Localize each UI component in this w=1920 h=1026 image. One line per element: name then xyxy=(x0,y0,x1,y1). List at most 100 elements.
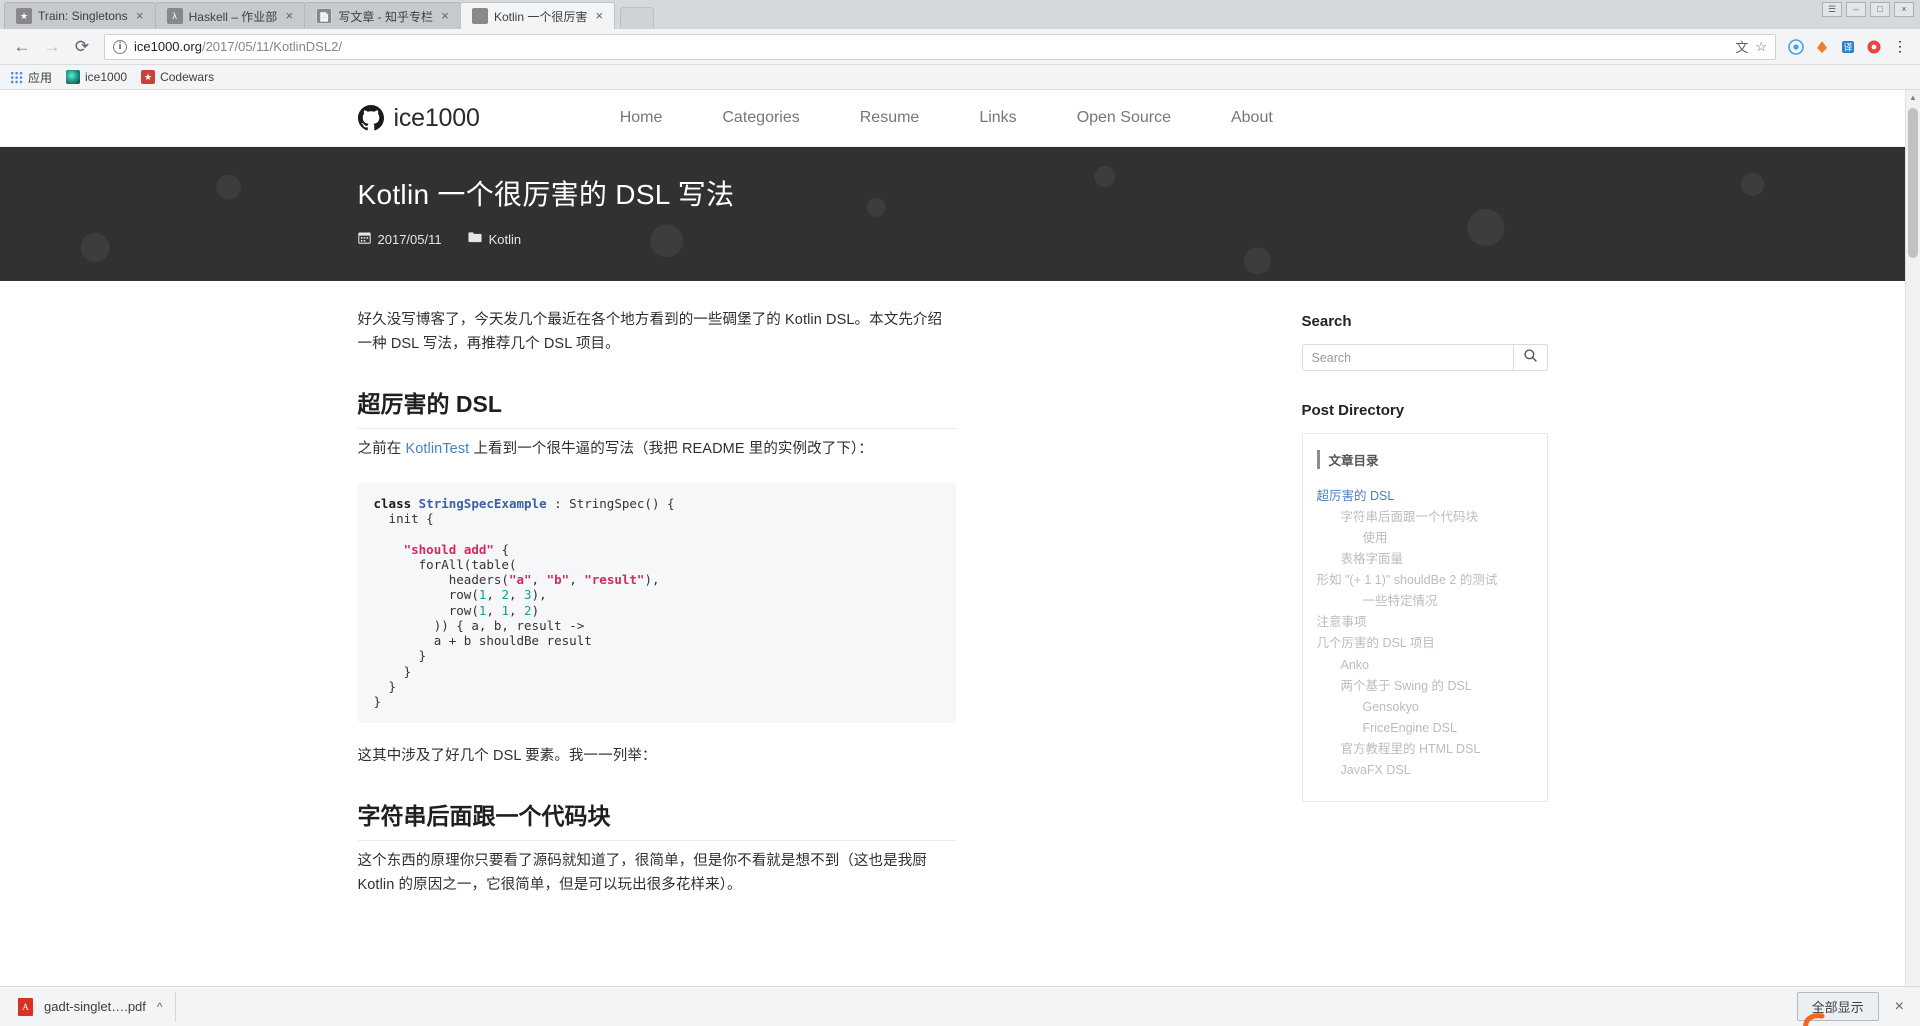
nav-item-links[interactable]: Links xyxy=(949,109,1046,127)
toc-item-label[interactable]: 超厉害的 DSL xyxy=(1317,489,1395,503)
code-token: init { xyxy=(373,511,434,527)
close-icon[interactable]: × xyxy=(439,9,451,22)
forward-icon[interactable]: → xyxy=(38,33,66,61)
toc-item-label[interactable]: JavaFX DSL xyxy=(1341,763,1411,777)
toc-item-label[interactable]: 表格字面量 xyxy=(1341,552,1404,566)
toc-item-label[interactable]: 几个厉害的 DSL 项目 xyxy=(1317,636,1435,650)
browser-tab-2[interactable]: 📄 写文章 - 知乎专栏 × xyxy=(304,2,461,29)
toc-item[interactable]: 注意事项 xyxy=(1317,612,1533,633)
search-input[interactable] xyxy=(1301,344,1514,371)
browser-menu-icon[interactable]: ⋮ xyxy=(1888,35,1912,59)
extension-icon-4[interactable] xyxy=(1862,35,1886,59)
bookmark-apps[interactable]: 应用 xyxy=(10,69,52,86)
page-scrollbar[interactable]: ▲ xyxy=(1905,90,1920,986)
toc-item-label[interactable]: Gensokyo xyxy=(1363,700,1419,714)
code-token: a + b shouldBe result xyxy=(373,633,592,649)
toc-item-label[interactable]: FriceEngine DSL xyxy=(1363,721,1458,735)
kotlintest-link[interactable]: KotlinTest xyxy=(405,441,469,457)
close-download-bar-icon[interactable]: × xyxy=(1895,998,1910,1016)
nav-item-about[interactable]: About xyxy=(1201,109,1303,127)
article-heading-2: 字符串后面跟一个代码块 xyxy=(357,797,956,842)
new-tab-button[interactable] xyxy=(620,7,655,29)
toc-item[interactable]: Gensokyo xyxy=(1363,696,1533,717)
toc-item-label[interactable]: 使用 xyxy=(1363,531,1388,545)
toc-item[interactable]: 使用 xyxy=(1363,527,1533,548)
address-bar[interactable]: i ice1000.org/2017/05/11/KotlinDSL2/ 文 ☆ xyxy=(104,33,1776,60)
tab-title: Train: Singletons xyxy=(38,9,128,23)
code-token: , xyxy=(508,602,525,618)
close-icon[interactable]: × xyxy=(283,9,295,22)
toc-item-label[interactable]: 两个基于 Swing 的 DSL xyxy=(1341,679,1472,693)
toc-box: 文章目录 超厉害的 DSL 字符串后面跟一个代码块 使用 表格字面量 形如 "(+ 1 … xyxy=(1301,433,1548,802)
content-columns: 好久没写博客了，今天发几个最近在各个地方看到的一些碉堡了的 Kotlin DSL… xyxy=(357,281,1548,898)
bookmark-codewars[interactable]: ★ Codewars xyxy=(141,70,214,84)
browser-tab-0[interactable]: ★ Train: Singletons × xyxy=(4,2,156,29)
bookmark-star-icon[interactable]: ☆ xyxy=(1755,39,1767,55)
pdf-icon: A xyxy=(18,997,33,1016)
extension-icon-3[interactable]: 译 xyxy=(1836,35,1860,59)
code-token: )) { a, b, result -> xyxy=(373,617,585,633)
bookmark-ice1000[interactable]: ice1000 xyxy=(66,70,127,84)
search-section-title: Search xyxy=(1301,313,1352,330)
search-button[interactable] xyxy=(1513,344,1548,371)
translate-icon[interactable]: 文 xyxy=(1735,37,1748,56)
page-title: Kotlin 一个很厉害的 DSL 写法 xyxy=(357,179,735,210)
close-icon[interactable]: × xyxy=(593,9,605,22)
tab-title: Kotlin 一个很厉害 xyxy=(493,9,588,24)
toc-item-label[interactable]: 形如 "(+ 1 1)" shouldBe 2 的测试 xyxy=(1317,573,1498,587)
apps-grid-icon xyxy=(10,70,23,84)
article-paragraph-link: 之前在 KotlinTest 上看到一个很牛逼的写法（我把 README 里的实… xyxy=(358,438,956,462)
code-token: , xyxy=(486,587,502,603)
url-text: ice1000.org/2017/05/11/KotlinDSL2/ xyxy=(134,39,1728,54)
reload-icon[interactable]: ⟳ xyxy=(68,33,96,61)
extension-icon-2[interactable] xyxy=(1810,35,1834,59)
window-close-icon[interactable]: × xyxy=(1894,2,1914,17)
site-brand[interactable]: ice1000 xyxy=(357,104,480,133)
scroll-up-icon[interactable]: ▲ xyxy=(1906,90,1920,105)
toc-item-label[interactable]: Anko xyxy=(1341,658,1370,672)
site-info-icon[interactable]: i xyxy=(113,39,127,54)
toc-item[interactable]: 一些特定情况 xyxy=(1363,591,1533,612)
nav-item-home[interactable]: Home xyxy=(590,109,693,127)
extension-icon-1[interactable] xyxy=(1784,35,1808,59)
close-icon[interactable]: × xyxy=(134,9,146,22)
toc-item[interactable]: 超厉害的 DSL xyxy=(1317,485,1533,506)
nav-item-categories[interactable]: Categories xyxy=(692,109,829,127)
download-bar: A gadt-singlet….pdf ^ 全部显示 × xyxy=(0,986,1920,1026)
tab-title: Haskell – 作业部 xyxy=(188,9,278,24)
download-item[interactable]: A gadt-singlet….pdf ^ xyxy=(10,991,176,1022)
toc-item[interactable]: FriceEngine DSL xyxy=(1363,717,1533,738)
toc-item-label[interactable]: 一些特定情况 xyxy=(1363,594,1438,608)
code-token: row( xyxy=(373,602,479,618)
chevron-up-icon[interactable]: ^ xyxy=(157,1000,163,1014)
toc-item[interactable]: 表格字面量 xyxy=(1341,548,1533,569)
window-menu-icon[interactable]: ☰ xyxy=(1822,2,1842,17)
toc-item-label[interactable]: 官方教程里的 HTML DSL xyxy=(1341,742,1481,756)
toc-item[interactable]: 形如 "(+ 1 1)" shouldBe 2 的测试 xyxy=(1317,570,1533,591)
toc-item-label[interactable]: 字符串后面跟一个代码块 xyxy=(1341,510,1479,524)
post-category[interactable]: Kotlin xyxy=(468,231,521,247)
scrollbar-thumb[interactable] xyxy=(1908,108,1918,258)
github-icon xyxy=(357,105,384,131)
nav-item-open-source[interactable]: Open Source xyxy=(1047,109,1201,127)
toc-item[interactable]: 字符串后面跟一个代码块 xyxy=(1341,506,1533,527)
back-icon[interactable]: ← xyxy=(8,33,36,61)
toc-item[interactable]: 几个厉害的 DSL 项目 xyxy=(1317,633,1533,654)
toc-item[interactable]: 两个基于 Swing 的 DSL xyxy=(1341,675,1533,696)
code-token: "result" xyxy=(584,572,645,588)
paragraph-text-after: 上看到一个很牛逼的写法（我把 README 里的实例改了下）： xyxy=(469,440,873,457)
toc-item[interactable]: JavaFX DSL xyxy=(1341,760,1533,781)
maximize-icon[interactable]: □ xyxy=(1870,2,1890,17)
code-token: } xyxy=(373,694,382,710)
bookmark-label: 应用 xyxy=(28,70,53,85)
toc-item[interactable]: 官方教程里的 HTML DSL xyxy=(1341,739,1533,760)
browser-tab-1[interactable]: λ Haskell – 作业部 × xyxy=(154,2,306,29)
toc-item-label[interactable]: 注意事项 xyxy=(1317,615,1367,629)
minimize-icon[interactable]: – xyxy=(1846,2,1866,17)
nav-item-resume[interactable]: Resume xyxy=(830,109,950,127)
toc-item[interactable]: Anko xyxy=(1341,654,1533,675)
browser-tab-3[interactable]: Kotlin 一个很厉害 × xyxy=(459,2,616,29)
post-directory-section: Post Directory 文章目录 超厉害的 DSL 字符串后面跟一个代码块使… xyxy=(1301,402,1548,802)
code-token: 2 xyxy=(524,602,532,618)
